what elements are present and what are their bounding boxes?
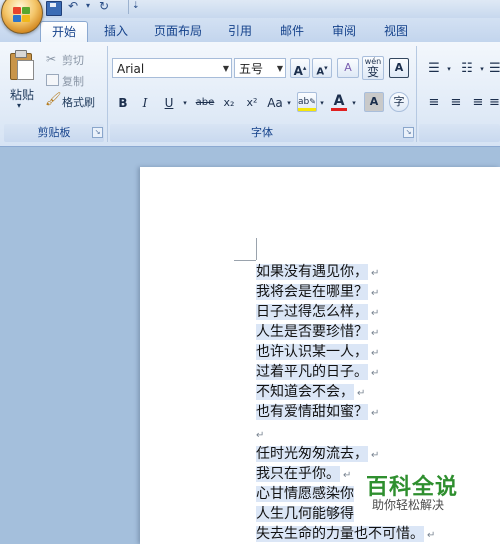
align-left-icon[interactable]: ≡ bbox=[425, 93, 443, 113]
tab-references[interactable]: 引用 bbox=[218, 21, 262, 41]
font-color-dropdown-icon[interactable]: ▾ bbox=[350, 93, 358, 113]
save-icon[interactable] bbox=[46, 1, 62, 16]
enclose-characters-button[interactable]: 字 bbox=[389, 92, 409, 112]
highlight-dropdown-icon[interactable]: ▾ bbox=[318, 93, 326, 113]
justify-icon[interactable]: ≡ bbox=[489, 93, 500, 113]
align-center-icon[interactable]: ≡ bbox=[447, 93, 465, 113]
text-line[interactable]: 日子过得怎么样， ↵ bbox=[256, 302, 379, 322]
numbering-icon[interactable]: ☷ bbox=[457, 59, 477, 79]
text-line[interactable]: 不知道会不会， ↵ bbox=[256, 382, 365, 402]
copy-icon bbox=[46, 74, 59, 86]
paragraph-mark-icon: ↵ bbox=[371, 368, 380, 379]
clipboard-launcher-icon[interactable]: ↘ bbox=[92, 127, 103, 138]
text-line[interactable]: 心甘情愿感染你 bbox=[256, 484, 354, 504]
text-line[interactable]: 任时光匆匆流去， ↵ bbox=[256, 444, 379, 464]
multilevel-list-icon[interactable]: ☰ bbox=[489, 59, 500, 79]
undo-dropdown-icon[interactable]: ▾ bbox=[86, 0, 90, 13]
tab-view[interactable]: 视图 bbox=[374, 21, 418, 41]
cut-button[interactable]: 剪切 bbox=[62, 52, 84, 68]
tab-mailings[interactable]: 邮件 bbox=[270, 21, 314, 41]
paragraph-mark-icon: ↵ bbox=[371, 450, 380, 461]
text-line[interactable]: 也许认识某一人， ↵ bbox=[256, 342, 379, 362]
paragraph-mark-icon: ↵ bbox=[371, 408, 380, 419]
tab-insert[interactable]: 插入 bbox=[94, 21, 138, 41]
character-shading-button[interactable]: A bbox=[364, 92, 384, 112]
align-right-icon[interactable]: ≡ bbox=[469, 93, 487, 113]
font-name-combo[interactable]: Arial ▼ bbox=[112, 58, 232, 78]
bullets-icon[interactable]: ☰ bbox=[424, 59, 444, 79]
superscript-button[interactable]: x² bbox=[242, 93, 262, 113]
paragraph-mark-icon: ↵ bbox=[427, 530, 436, 541]
chevron-down-icon: ▼ bbox=[276, 64, 283, 73]
font-name-value: Arial bbox=[117, 62, 145, 76]
empty-line[interactable]: ↵ bbox=[256, 424, 264, 444]
text-line[interactable]: 过着平凡的日子。 ↵ bbox=[256, 362, 379, 382]
tab-home[interactable]: 开始 bbox=[40, 21, 88, 43]
scissors-icon: ✂ bbox=[46, 52, 57, 66]
group-separator bbox=[416, 46, 417, 142]
paste-dropdown-icon[interactable]: ▾ bbox=[17, 101, 21, 110]
paragraph-mark-icon: ↵ bbox=[357, 388, 366, 399]
copy-button[interactable]: 复制 bbox=[62, 73, 84, 89]
clipboard-group-label: 剪贴板 bbox=[4, 124, 104, 142]
paragraph-mark-icon: ↵ bbox=[343, 470, 352, 481]
change-case-dropdown-icon[interactable]: ▾ bbox=[285, 93, 293, 113]
paste-label[interactable]: 粘贴 bbox=[10, 86, 34, 103]
text-line[interactable]: 人生是否要珍惜？ ↵ bbox=[256, 322, 379, 342]
tab-page-layout[interactable]: 页面布局 bbox=[146, 21, 210, 41]
text-line[interactable]: 我将会是在哪里？ ↵ bbox=[256, 282, 379, 302]
format-painter-button[interactable]: 格式刷 bbox=[62, 94, 95, 110]
font-color-swatch bbox=[331, 108, 347, 111]
text-line[interactable]: 如果没有遇见你， ↵ bbox=[256, 262, 379, 282]
qat-separator bbox=[128, 0, 129, 14]
highlight-color-swatch bbox=[298, 108, 316, 111]
underline-dropdown-icon[interactable]: ▾ bbox=[181, 93, 189, 113]
paragraph-mark-icon: ↵ bbox=[371, 308, 380, 319]
paragraph-group-label bbox=[419, 124, 500, 142]
format-painter-icon: 🖌 bbox=[45, 92, 62, 107]
paragraph-mark-icon: ↵ bbox=[371, 348, 380, 359]
underline-button[interactable]: U bbox=[160, 93, 178, 113]
bullets-dropdown-icon[interactable]: ▾ bbox=[445, 59, 453, 79]
redo-icon[interactable]: ↻ bbox=[99, 0, 109, 13]
text-line[interactable]: 失去生命的力量也不可惜。 ↵ bbox=[256, 524, 435, 544]
text-line[interactable]: 也有爱情甜如蜜？ ↵ bbox=[256, 402, 379, 422]
undo-icon[interactable]: ↶ bbox=[68, 0, 78, 13]
change-case-button[interactable]: Aa bbox=[264, 93, 286, 113]
clear-formatting-button[interactable]: A bbox=[337, 58, 359, 78]
shrink-font-button[interactable]: A▾ bbox=[312, 58, 332, 78]
word-window: ↶ ▾ ↻ ⇣ 开始 插入 页面布局 引用 邮件 审阅 视图 粘贴 ▾ ✂ 剪切… bbox=[0, 0, 500, 544]
customize-qat-icon[interactable]: ⇣ bbox=[132, 0, 140, 13]
font-launcher-icon[interactable]: ↘ bbox=[403, 127, 414, 138]
paragraph-mark-icon: ↵ bbox=[371, 268, 380, 279]
office-logo-icon bbox=[13, 7, 31, 23]
numbering-dropdown-icon[interactable]: ▾ bbox=[478, 59, 486, 79]
watermark-subtitle: 助你轻松解决 bbox=[372, 498, 445, 512]
chevron-down-icon: ▼ bbox=[222, 64, 229, 73]
paragraph-mark-icon: ↵ bbox=[371, 328, 380, 339]
paragraph-mark-icon: ↵ bbox=[256, 430, 265, 441]
text-line[interactable]: 人生几何能够得 bbox=[256, 504, 354, 524]
strikethrough-button[interactable]: abe bbox=[193, 93, 217, 113]
paragraph-mark-icon: ↵ bbox=[371, 288, 380, 299]
character-border-button[interactable]: A bbox=[389, 58, 409, 78]
font-size-combo[interactable]: 五号 ▼ bbox=[234, 58, 286, 78]
font-size-value: 五号 bbox=[239, 62, 264, 76]
italic-button[interactable]: I bbox=[136, 93, 154, 113]
margin-corner-mark bbox=[234, 260, 256, 261]
paste-icon[interactable] bbox=[8, 50, 34, 80]
margin-corner-mark bbox=[256, 238, 257, 260]
bold-button[interactable]: B bbox=[114, 93, 132, 113]
phonetic-guide-button[interactable]: wén 变 bbox=[362, 56, 384, 80]
tab-review[interactable]: 审阅 bbox=[322, 21, 366, 41]
font-group-label: 字体 bbox=[110, 124, 414, 142]
subscript-button[interactable]: x₂ bbox=[219, 93, 239, 113]
group-separator bbox=[107, 46, 108, 142]
text-line[interactable]: 我只在乎你。 ↵ bbox=[256, 464, 351, 484]
grow-font-button[interactable]: A▴ bbox=[290, 58, 310, 78]
